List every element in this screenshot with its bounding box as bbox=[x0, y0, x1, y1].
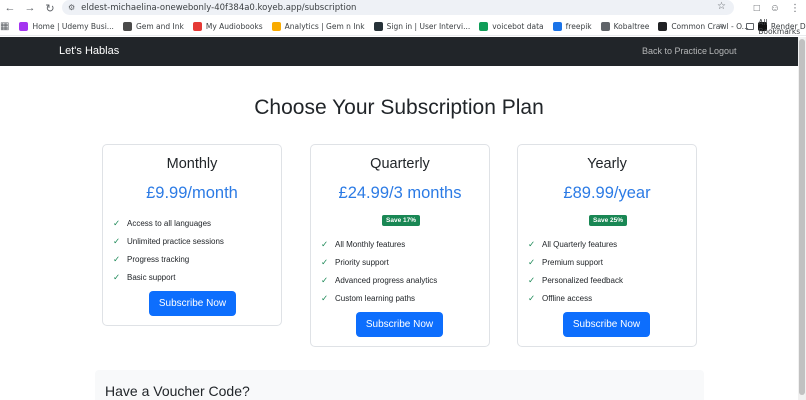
bookmark-label: freepik bbox=[565, 21, 592, 31]
page-title: Choose Your Subscription Plan bbox=[254, 96, 544, 119]
profile-icon[interactable]: ☺ bbox=[770, 3, 780, 14]
bookmark-label: Common Crawl - O... bbox=[671, 21, 749, 31]
plan-price: £89.99/year bbox=[563, 184, 651, 202]
folder-icon bbox=[746, 23, 755, 30]
check-icon: ✓ bbox=[113, 236, 121, 246]
bookmark-favicon-icon bbox=[373, 21, 383, 31]
back-arrow-icon[interactable]: ← bbox=[0, 0, 20, 16]
reload-icon[interactable]: ↻ bbox=[40, 0, 60, 16]
bookmark-item[interactable]: freepik bbox=[552, 21, 592, 31]
plan-card-yearly: Yearly £89.99/year Save 25% ✓ All Quarter… bbox=[517, 144, 697, 347]
bookmark-item[interactable]: Kobaltree bbox=[600, 21, 650, 31]
bookmark-item[interactable]: Common Crawl - O... bbox=[658, 21, 749, 31]
check-icon: ✓ bbox=[113, 218, 121, 228]
bookmark-label: Analytics | Gem n Ink bbox=[284, 21, 365, 31]
bookmark-label: Kobaltree bbox=[613, 21, 650, 31]
bookmark-favicon-icon bbox=[192, 21, 202, 31]
voucher-section: Have a Voucher Code? bbox=[95, 370, 704, 400]
bookmarks-bar: ▦ Home | Udemy Busi... Gem and Ink My Audi… bbox=[0, 17, 806, 36]
forward-arrow-icon[interactable]: → bbox=[20, 0, 40, 16]
bookmark-favicon-icon bbox=[658, 21, 668, 31]
all-bookmarks-label: All Bookmarks bbox=[758, 17, 801, 36]
check-icon: ✓ bbox=[528, 293, 536, 303]
extensions-icon[interactable]: □ bbox=[754, 3, 760, 14]
feature-item: ✓ Premium support bbox=[528, 257, 603, 267]
bookmark-favicon-icon bbox=[552, 21, 562, 31]
check-icon: ✓ bbox=[528, 275, 536, 285]
apps-grid-icon[interactable]: ▦ bbox=[0, 21, 9, 32]
voucher-title: Have a Voucher Code? bbox=[105, 383, 250, 399]
bookmark-label: voicebot data bbox=[492, 21, 544, 31]
feature-item: ✓ All Monthly features bbox=[321, 239, 406, 249]
logout-link[interactable]: Logout bbox=[709, 46, 737, 56]
address-url: eldest-michaelina-onewebonly-40f384a0.ko… bbox=[81, 2, 357, 13]
address-bar[interactable]: ⚙ eldest-michaelina-onewebonly-40f384a0.… bbox=[62, 0, 734, 15]
plan-name: Monthly bbox=[166, 156, 218, 172]
bookmark-favicon-icon bbox=[122, 21, 132, 31]
menu-icon[interactable]: ⋮ bbox=[790, 3, 800, 14]
page-scrollbar[interactable] bbox=[798, 37, 806, 400]
bookmark-favicon-icon bbox=[19, 21, 29, 31]
bookmark-favicon-icon bbox=[271, 21, 281, 31]
plan-price: £24.99/3 months bbox=[338, 184, 462, 202]
feature-item: ✓ Offline access bbox=[528, 293, 593, 303]
bookmark-item[interactable]: Gem and Ink bbox=[122, 21, 184, 31]
check-icon: ✓ bbox=[321, 275, 329, 285]
subscribe-quarterly-button[interactable]: Subscribe Now bbox=[356, 312, 443, 337]
more-bookmarks-icon[interactable]: » bbox=[719, 20, 724, 30]
check-icon: ✓ bbox=[321, 257, 329, 267]
subscribe-monthly-button[interactable]: Subscribe Now bbox=[149, 291, 236, 316]
site-navbar: Let's Hablas Back to Practice Logout bbox=[0, 37, 798, 66]
plan-card-quarterly: Quarterly £24.99/3 months Save 17% ✓ All … bbox=[310, 144, 490, 347]
check-icon: ✓ bbox=[528, 257, 536, 267]
plan-card-monthly: Monthly £9.99/month ✓ Access to all langu… bbox=[102, 144, 282, 326]
feature-item: ✓ Personalized feedback bbox=[528, 275, 623, 285]
all-bookmarks[interactable]: All Bookmarks bbox=[746, 17, 806, 36]
bookmark-favicon-icon bbox=[600, 21, 610, 31]
bookmark-item[interactable]: Home | Udemy Busi... bbox=[19, 21, 114, 31]
check-icon: ✓ bbox=[113, 272, 121, 282]
scrollbar-thumb[interactable] bbox=[799, 39, 805, 395]
plan-price: £9.99/month bbox=[146, 184, 238, 202]
back-to-practice-link[interactable]: Back to Practice bbox=[642, 46, 707, 56]
feature-item: ✓ Access to all languages bbox=[113, 218, 212, 228]
bookmark-label: My Audiobooks bbox=[205, 21, 263, 31]
bookmark-label: Home | Udemy Busi... bbox=[32, 21, 114, 31]
feature-item: ✓ Unlimited practice sessions bbox=[113, 236, 224, 246]
bookmark-item[interactable]: Sign in | User Intervi... bbox=[373, 21, 471, 31]
feature-item: ✓ Basic support bbox=[113, 272, 176, 282]
bookmark-label: Gem and Ink bbox=[135, 21, 184, 31]
savings-badge: Save 17% bbox=[382, 215, 420, 226]
bookmark-item[interactable]: My Audiobooks bbox=[192, 21, 263, 31]
feature-item: ✓ Custom learning paths bbox=[321, 293, 416, 303]
browser-toolbar: ← → ↻ ⚙ eldest-michaelina-onewebonly-40f… bbox=[0, 0, 806, 16]
brand-link[interactable]: Let's Hablas bbox=[59, 45, 119, 57]
check-icon: ✓ bbox=[321, 239, 329, 249]
plan-name: Quarterly bbox=[370, 156, 430, 172]
feature-item: ✓ Advanced progress analytics bbox=[321, 275, 438, 285]
check-icon: ✓ bbox=[113, 254, 121, 264]
plan-name: Yearly bbox=[587, 156, 627, 172]
bookmark-item[interactable]: Analytics | Gem n Ink bbox=[271, 21, 365, 31]
savings-badge: Save 25% bbox=[589, 215, 627, 226]
feature-item: ✓ Priority support bbox=[321, 257, 389, 267]
bookmark-favicon-icon bbox=[479, 21, 489, 31]
bookmark-item[interactable]: voicebot data bbox=[479, 21, 544, 31]
feature-item: ✓ Progress tracking bbox=[113, 254, 190, 264]
check-icon: ✓ bbox=[321, 293, 329, 303]
bookmark-star-icon[interactable]: ☆ bbox=[717, 1, 726, 12]
site-info-icon[interactable]: ⚙ bbox=[68, 3, 75, 12]
feature-item: ✓ All Quarterly features bbox=[528, 239, 618, 249]
bookmark-label: Sign in | User Intervi... bbox=[386, 21, 471, 31]
check-icon: ✓ bbox=[528, 239, 536, 249]
subscribe-yearly-button[interactable]: Subscribe Now bbox=[563, 312, 650, 337]
